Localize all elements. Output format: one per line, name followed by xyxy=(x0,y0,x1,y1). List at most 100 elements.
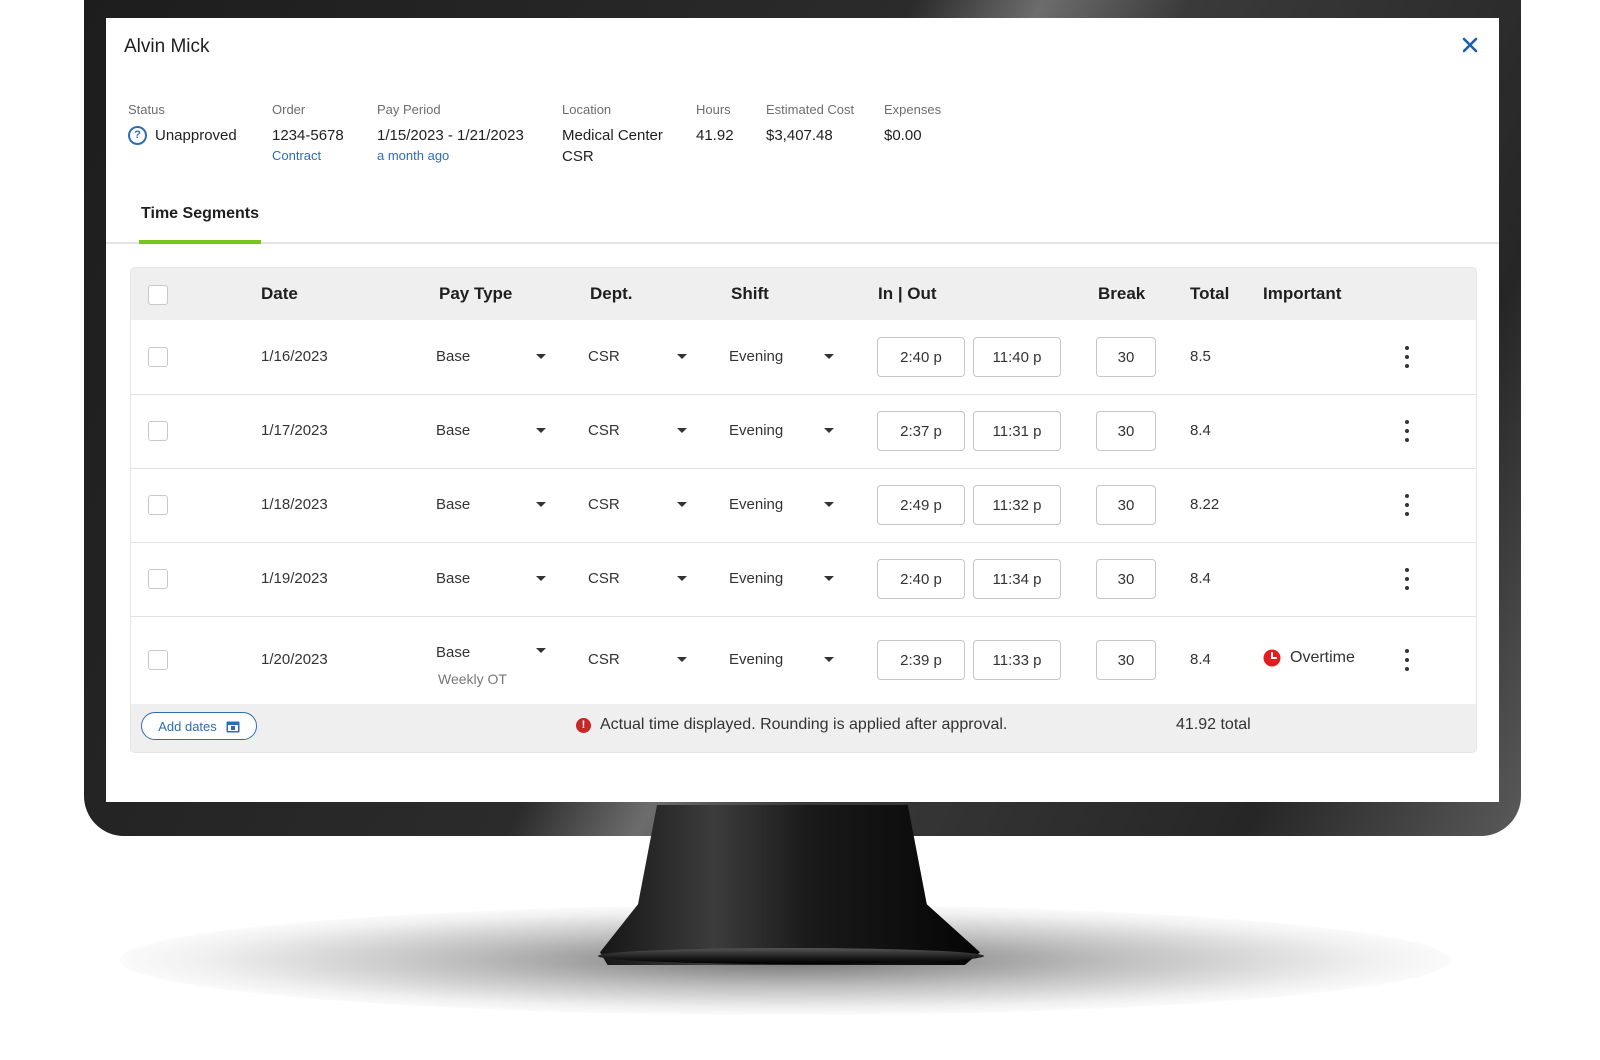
time-in-input[interactable]: 2:40 p xyxy=(877,337,965,377)
order-value: 1234-5678 xyxy=(272,127,344,144)
time-in-input[interactable]: 2:37 p xyxy=(877,411,965,451)
time-in-input[interactable]: 2:49 p xyxy=(877,485,965,525)
column-header-total[interactable]: Total xyxy=(1190,284,1229,304)
caret-down-icon[interactable] xyxy=(536,428,546,433)
time-out-input[interactable]: 11:32 p xyxy=(973,485,1061,525)
caret-down-icon[interactable] xyxy=(824,657,834,662)
more-options-icon[interactable] xyxy=(1404,494,1410,516)
time-out-input[interactable]: 11:31 p xyxy=(973,411,1061,451)
row-date: 1/19/2023 xyxy=(261,570,328,587)
pay-type-select[interactable]: Base xyxy=(436,422,470,439)
column-header-in-out[interactable]: In | Out xyxy=(878,284,937,304)
dialog-title: Alvin Mick xyxy=(124,36,210,57)
order-type-link[interactable]: Contract xyxy=(272,148,344,163)
dept-select[interactable]: CSR xyxy=(588,651,620,668)
column-header-important[interactable]: Important xyxy=(1263,284,1341,304)
dept-select[interactable]: CSR xyxy=(588,348,620,365)
alert-icon: ! xyxy=(576,717,591,733)
pay-period-relative-link[interactable]: a month ago xyxy=(377,148,524,163)
row-checkbox[interactable] xyxy=(148,421,168,441)
break-input[interactable]: 30 xyxy=(1096,559,1156,599)
time-segments-table: Date Pay Type Dept. Shift In | Out Break… xyxy=(131,268,1476,752)
shift-select[interactable]: Evening xyxy=(729,496,783,513)
row-checkbox[interactable] xyxy=(148,650,168,670)
time-in-input[interactable]: 2:39 p xyxy=(877,640,965,680)
caret-down-icon[interactable] xyxy=(677,354,687,359)
shift-select[interactable]: Evening xyxy=(729,348,783,365)
location-field: Location Medical Center CSR xyxy=(562,102,663,167)
more-options-icon[interactable] xyxy=(1404,568,1410,590)
row-date: 1/18/2023 xyxy=(261,496,328,513)
shift-select[interactable]: Evening xyxy=(729,651,783,668)
more-options-icon[interactable] xyxy=(1404,420,1410,442)
caret-down-icon[interactable] xyxy=(536,576,546,581)
monitor-stand-base xyxy=(598,948,984,964)
expenses-value: $0.00 xyxy=(884,127,922,144)
column-header-shift[interactable]: Shift xyxy=(731,284,769,304)
row-total: 8.4 xyxy=(1190,570,1211,587)
row-total: 8.22 xyxy=(1190,496,1220,513)
pay-type-select[interactable]: Base xyxy=(436,496,470,513)
more-options-icon[interactable] xyxy=(1404,649,1410,671)
tab-time-segments[interactable]: Time Segments xyxy=(139,198,261,244)
time-out-input[interactable]: 11:33 p xyxy=(973,640,1061,680)
caret-down-icon[interactable] xyxy=(824,428,834,433)
row-checkbox[interactable] xyxy=(148,569,168,589)
caret-down-icon[interactable] xyxy=(677,657,687,662)
column-header-pay-type[interactable]: Pay Type xyxy=(439,284,512,304)
caret-down-icon[interactable] xyxy=(824,354,834,359)
table-footer: Add dates ! Actual time displayed. Round… xyxy=(131,704,1476,752)
break-input[interactable]: 30 xyxy=(1096,485,1156,525)
pay-type-select[interactable]: Base xyxy=(436,570,470,587)
break-input[interactable]: 30 xyxy=(1096,411,1156,451)
expenses-field: Expenses $0.00 xyxy=(884,102,941,146)
estimated-cost-field: Estimated Cost $3,407.48 xyxy=(766,102,854,146)
caret-down-icon[interactable] xyxy=(824,576,834,581)
break-input[interactable]: 30 xyxy=(1096,337,1156,377)
pay-type-select[interactable]: Base xyxy=(436,644,470,661)
row-checkbox[interactable] xyxy=(148,347,168,367)
caret-down-icon[interactable] xyxy=(824,502,834,507)
row-date: 1/17/2023 xyxy=(261,422,328,439)
column-header-break[interactable]: Break xyxy=(1098,284,1145,304)
close-icon[interactable] xyxy=(1459,34,1481,56)
status-label: Status xyxy=(128,102,165,117)
shift-select[interactable]: Evening xyxy=(729,422,783,439)
caret-down-icon[interactable] xyxy=(677,502,687,507)
table-row: 1/20/2023 Base Weekly OT CSR Evening 2:3… xyxy=(131,616,1476,704)
dept-select[interactable]: CSR xyxy=(588,422,620,439)
caret-down-icon[interactable] xyxy=(536,648,546,653)
column-header-date[interactable]: Date xyxy=(261,284,298,304)
location-dept-value: CSR xyxy=(562,148,594,165)
hours-label: Hours xyxy=(696,102,731,117)
row-checkbox[interactable] xyxy=(148,495,168,515)
shift-select[interactable]: Evening xyxy=(729,570,783,587)
location-label: Location xyxy=(562,102,612,117)
caret-down-icon[interactable] xyxy=(536,502,546,507)
table-row: 1/18/2023 Base CSR Evening 2:49 p 11:32 … xyxy=(131,468,1476,543)
timesheet-dialog: Alvin Mick Status ? Unapproved Order 123… xyxy=(106,18,1499,802)
time-in-input[interactable]: 2:40 p xyxy=(877,559,965,599)
pay-type-select[interactable]: Base xyxy=(436,348,470,365)
row-total: 8.5 xyxy=(1190,348,1211,365)
more-options-icon[interactable] xyxy=(1404,346,1410,368)
add-dates-label: Add dates xyxy=(158,718,217,734)
hours-value: 41.92 xyxy=(696,127,734,144)
time-out-input[interactable]: 11:34 p xyxy=(973,559,1061,599)
break-input[interactable]: 30 xyxy=(1096,640,1156,680)
caret-down-icon[interactable] xyxy=(536,354,546,359)
time-out-input[interactable]: 11:40 p xyxy=(973,337,1061,377)
caret-down-icon[interactable] xyxy=(677,576,687,581)
select-all-checkbox[interactable] xyxy=(148,285,168,305)
row-total: 8.4 xyxy=(1190,422,1211,439)
dept-select[interactable]: CSR xyxy=(588,570,620,587)
status-field: Status ? Unapproved xyxy=(128,102,237,146)
column-header-dept[interactable]: Dept. xyxy=(590,284,633,304)
tab-bar: Time Segments xyxy=(106,198,1499,244)
caret-down-icon[interactable] xyxy=(677,428,687,433)
add-dates-button[interactable]: Add dates xyxy=(141,712,257,740)
location-value: Medical Center xyxy=(562,127,663,144)
pay-period-label: Pay Period xyxy=(377,102,441,117)
estimated-cost-value: $3,407.48 xyxy=(766,127,833,144)
dept-select[interactable]: CSR xyxy=(588,496,620,513)
